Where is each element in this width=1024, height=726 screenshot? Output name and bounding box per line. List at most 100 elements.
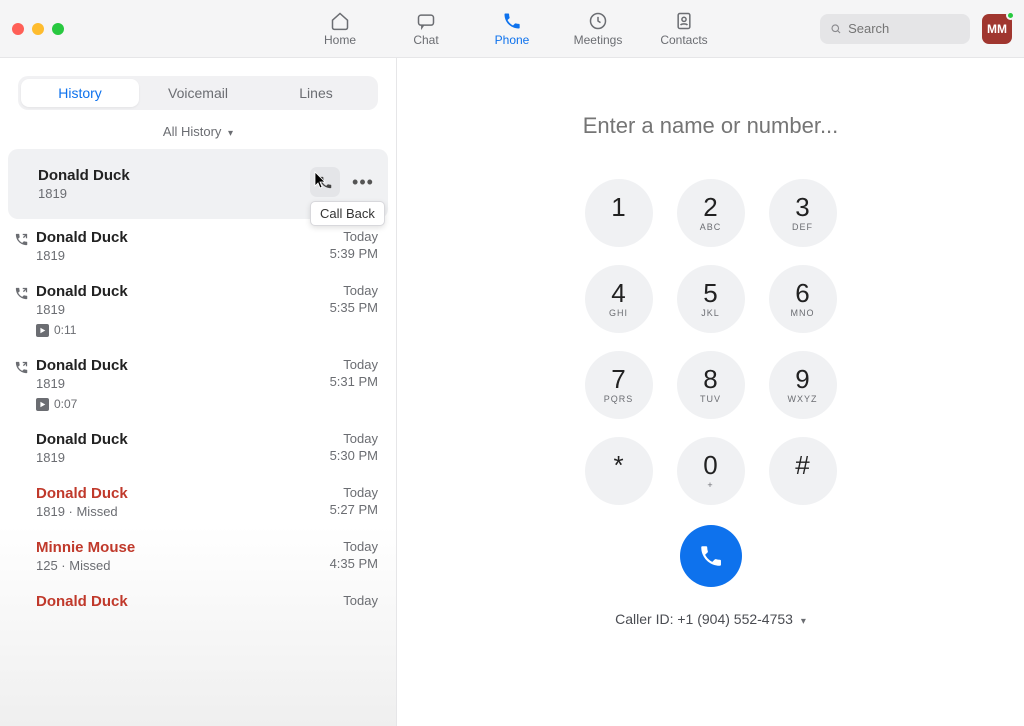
titlebar: Home Chat Phone Meetings Contacts MM: [0, 0, 1024, 58]
call-spacer: [14, 431, 36, 434]
dial-key-7[interactable]: 7 PQRS: [585, 351, 653, 419]
history-filter[interactable]: All History ▾: [0, 118, 396, 149]
close-window[interactable]: [12, 23, 24, 35]
contact-sub: 1819: [36, 450, 308, 465]
caller-id-selector[interactable]: Caller ID: +1 (904) 552-4753 ▾: [615, 611, 806, 627]
presence-indicator: [1006, 11, 1015, 20]
recording-indicator[interactable]: 0:07: [36, 397, 308, 411]
contact-sub: 1819: [36, 302, 308, 317]
key-number: 9: [795, 366, 809, 392]
key-letters: GHI: [609, 308, 628, 318]
key-number: 4: [611, 280, 625, 306]
call-time: Today5:35 PM: [308, 283, 378, 315]
segment-lines[interactable]: Lines: [257, 79, 375, 107]
nav-tab-chat[interactable]: Chat: [401, 0, 451, 57]
recording-indicator[interactable]: 0:11: [36, 323, 308, 337]
nav-label: Chat: [413, 33, 438, 47]
search-icon: [830, 22, 842, 36]
play-icon: [36, 324, 49, 337]
key-number: 2: [703, 194, 717, 220]
call-history-entry[interactable]: Donald Duck 1819 · Missed Today5:27 PM: [0, 475, 396, 529]
nav-label: Home: [324, 33, 356, 47]
dial-key-2[interactable]: 2 ABC: [677, 179, 745, 247]
call-spacer: [14, 593, 36, 596]
nav-tab-meetings[interactable]: Meetings: [573, 0, 623, 57]
call-history-entry[interactable]: Donald Duck 1819 0:11 Today5:35 PM: [0, 273, 396, 347]
key-number: 1: [611, 194, 625, 220]
outgoing-call-icon: [14, 283, 36, 306]
recording-duration: 0:07: [54, 397, 77, 411]
key-letters: +: [707, 480, 713, 490]
call-history-entry[interactable]: Donald Duck 1819 Today5:30 PM: [0, 421, 396, 475]
maximize-window[interactable]: [52, 23, 64, 35]
call-history-entry[interactable]: Donald Duck Today: [0, 583, 396, 622]
call-time: Today5:39 PM: [308, 229, 378, 261]
call-history-entry[interactable]: Donald Duck 1819 Today5:39 PM: [0, 219, 396, 273]
chevron-down-icon: ▾: [228, 128, 233, 139]
call-spacer: [14, 485, 36, 488]
call-time: Today: [308, 593, 378, 610]
contact-name: Minnie Mouse: [36, 539, 308, 556]
call-time: Today4:35 PM: [308, 539, 378, 571]
key-letters: DEF: [792, 222, 813, 232]
search-input[interactable]: [848, 21, 960, 36]
dial-key-*[interactable]: *: [585, 437, 653, 505]
dialer-keypad: 12ABC3DEF4GHI5JKL6MNO7PQRS8TUV9WXYZ*0+#: [585, 179, 837, 505]
dial-key-#[interactable]: #: [769, 437, 837, 505]
caller-id-label: Caller ID: +1 (904) 552-4753: [615, 611, 793, 627]
contact-name: Donald Duck: [38, 167, 310, 184]
callback-button[interactable]: Call Back: [310, 167, 340, 197]
dial-key-3[interactable]: 3DEF: [769, 179, 837, 247]
key-number: 0: [703, 452, 717, 478]
dialer-pane: 12ABC3DEF4GHI5JKL6MNO7PQRS8TUV9WXYZ*0+# …: [397, 58, 1024, 726]
call-history-entry[interactable]: Donald Duck 1819 0:07 Today5:31 PM: [0, 347, 396, 421]
dial-key-9[interactable]: 9 WXYZ: [769, 351, 837, 419]
sidebar-segmented-control: HistoryVoicemailLines: [18, 76, 378, 110]
nav-tab-phone[interactable]: Phone: [487, 0, 537, 57]
contact-name: Donald Duck: [36, 357, 308, 374]
call-history-entry[interactable]: Donald Duck 1819 Call Back •••: [8, 149, 388, 219]
minimize-window[interactable]: [32, 23, 44, 35]
dial-key-5[interactable]: 5JKL: [677, 265, 745, 333]
phone-icon: [318, 175, 333, 190]
nav-tab-contacts[interactable]: Contacts: [659, 0, 709, 57]
dial-key-4[interactable]: 4 GHI: [585, 265, 653, 333]
call-spacer: [14, 539, 36, 542]
phone-icon: [502, 11, 522, 31]
contact-sub: 1819: [36, 376, 308, 391]
more-actions-button[interactable]: •••: [348, 167, 378, 197]
more-icon: •••: [352, 172, 374, 193]
recording-duration: 0:11: [54, 323, 76, 337]
call-button[interactable]: [680, 525, 742, 587]
dial-key-1[interactable]: 1: [585, 179, 653, 247]
phone-sidebar: HistoryVoicemailLines All History ▾ Dona…: [0, 58, 397, 726]
nav-label: Meetings: [574, 33, 623, 47]
history-filter-label: All History: [163, 124, 222, 139]
dial-key-6[interactable]: 6MNO: [769, 265, 837, 333]
call-history-list: Donald Duck 1819 Call Back ••• Donald Du…: [0, 149, 396, 726]
contact-sub: 1819: [38, 186, 310, 201]
key-letters: PQRS: [604, 394, 634, 404]
chevron-down-icon: ▾: [801, 616, 806, 627]
contact-name: Donald Duck: [36, 485, 308, 502]
key-letters: JKL: [701, 308, 720, 318]
window-controls: [12, 23, 64, 35]
segment-voicemail[interactable]: Voicemail: [139, 79, 257, 107]
profile-avatar[interactable]: MM: [982, 14, 1012, 44]
call-history-entry[interactable]: Minnie Mouse 125 · Missed Today4:35 PM: [0, 529, 396, 583]
dial-key-8[interactable]: 8TUV: [677, 351, 745, 419]
key-letters: WXYZ: [788, 394, 818, 404]
clock-icon: [588, 11, 608, 31]
nav-label: Phone: [495, 33, 530, 47]
nav-tab-home[interactable]: Home: [315, 0, 365, 57]
key-letters: ABC: [700, 222, 722, 232]
dial-key-0[interactable]: 0+: [677, 437, 745, 505]
phone-icon: [698, 543, 724, 569]
key-number: 7: [611, 366, 625, 392]
contacts-icon: [674, 11, 694, 31]
contact-name: Donald Duck: [36, 431, 308, 448]
top-nav: Home Chat Phone Meetings Contacts: [315, 0, 709, 57]
global-search[interactable]: [820, 14, 970, 44]
dial-input[interactable]: [551, 113, 871, 139]
segment-history[interactable]: History: [21, 79, 139, 107]
